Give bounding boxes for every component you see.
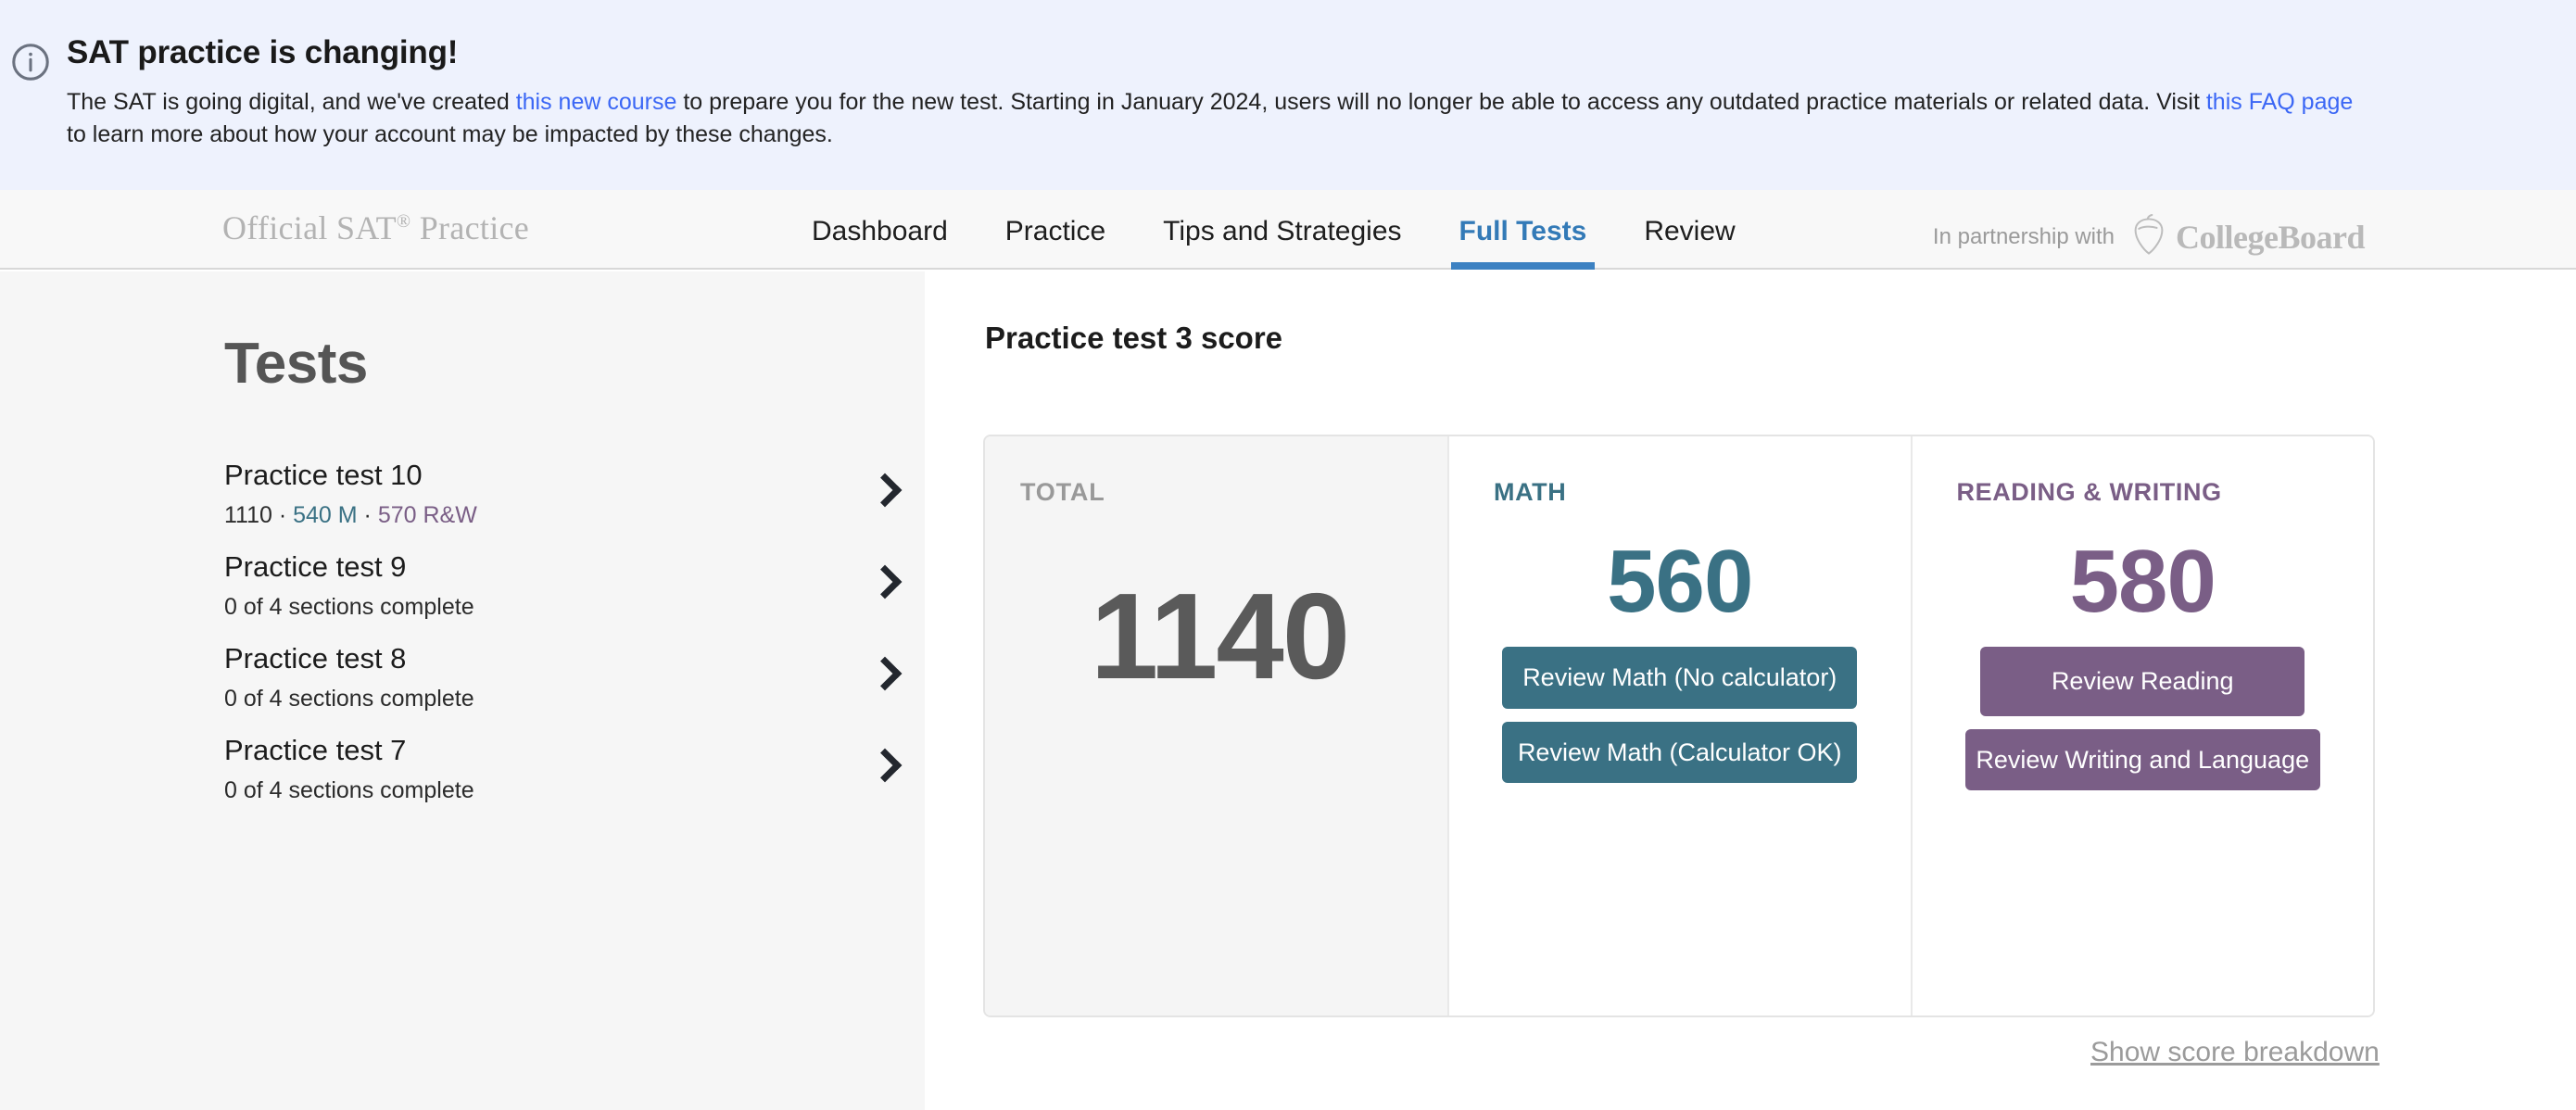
test-name: Practice test 7	[224, 734, 407, 766]
math-label: MATH	[1494, 478, 1567, 506]
test-progress-status: 0 of 4 sections complete	[224, 686, 474, 713]
alert-banner-text: The SAT is going digital, and we've crea…	[67, 86, 2353, 152]
nav-item-review[interactable]: Review	[1615, 190, 1763, 270]
nav-items: Dashboard Practice Tips and Strategies F…	[783, 190, 1764, 270]
collegeboard-name: CollegeBoard	[2176, 218, 2365, 256]
collegeboard-logo: CollegeBoard	[2129, 213, 2365, 260]
score-separator-2: ·	[357, 502, 378, 529]
math-score-panel: MATH 560 Review Math (No calculator) Rev…	[1447, 436, 1911, 1015]
brand-registered-mark: ®	[396, 211, 411, 232]
sidebar-title: Tests	[224, 332, 368, 396]
total-label: TOTAL	[1020, 478, 1105, 506]
review-math-no-calculator-button[interactable]: Review Math (No calculator)	[1502, 647, 1858, 709]
alert-banner-body: SAT practice is changing! The SAT is goi…	[67, 34, 2353, 152]
test-list-item-practice-test-9[interactable]: Practice test 9 0 of 4 sections complete	[224, 544, 903, 636]
partner-section: In partnership with CollegeBoard	[1933, 213, 2365, 260]
reading-writing-label: READING & WRITING	[1956, 478, 2222, 506]
top-navigation-bar: Official SAT® Practice Dashboard Practic…	[0, 190, 2576, 270]
tests-sidebar: Tests Practice test 10 1110 · 540 M · 57…	[0, 271, 925, 1110]
alert-banner-title: SAT practice is changing!	[67, 34, 459, 70]
reading-writing-score-value: 580	[2069, 532, 2216, 631]
test-list-item-practice-test-8[interactable]: Practice test 8 0 of 4 sections complete	[224, 636, 903, 727]
test-total-score: 1110	[224, 502, 272, 529]
alert-text-part2: to prepare you for the new test. Startin…	[676, 88, 2206, 115]
test-math-score: 540 M	[293, 502, 358, 529]
reading-writing-button-stack: Review Reading Review Writing and Langua…	[1913, 647, 2374, 791]
new-course-link[interactable]: this new course	[516, 89, 677, 115]
site-brand[interactable]: Official SAT® Practice	[222, 208, 529, 247]
nav-item-practice[interactable]: Practice	[977, 190, 1134, 270]
test-progress-status: 0 of 4 sections complete	[224, 594, 474, 621]
total-score-value: 1140	[1090, 568, 1350, 704]
alert-text-part3: to learn more about how your account may…	[67, 121, 833, 147]
info-circle-icon	[9, 41, 52, 83]
review-reading-button[interactable]: Review Reading	[1980, 647, 2305, 716]
reading-writing-score-panel: READING & WRITING 580 Review Reading Rev…	[1910, 436, 2374, 1015]
brand-text: Official SAT	[222, 209, 397, 246]
test-list: Practice test 10 1110 · 540 M · 570 R&W …	[224, 452, 903, 819]
test-list-item-practice-test-10[interactable]: Practice test 10 1110 · 540 M · 570 R&W	[224, 452, 903, 544]
nav-item-dashboard[interactable]: Dashboard	[783, 190, 977, 270]
faq-page-link[interactable]: this FAQ page	[2206, 89, 2353, 115]
math-button-stack: Review Math (No calculator) Review Math …	[1449, 647, 1911, 784]
show-score-breakdown-link[interactable]: Show score breakdown	[2090, 1037, 2380, 1068]
nav-item-full-tests[interactable]: Full Tests	[1431, 190, 1616, 270]
review-writing-and-language-button[interactable]: Review Writing and Language	[1964, 728, 2320, 791]
alert-banner: SAT practice is changing! The SAT is goi…	[0, 0, 2576, 190]
brand-suffix: Practice	[410, 209, 530, 246]
test-name: Practice test 8	[224, 642, 407, 675]
score-main-panel: Practice test 3 score TOTAL 1140 MATH 56…	[925, 271, 2576, 1110]
nav-item-tips-and-strategies[interactable]: Tips and Strategies	[1134, 190, 1430, 270]
test-name: Practice test 9	[224, 550, 407, 583]
math-score-value: 560	[1607, 532, 1753, 631]
acorn-icon	[2129, 213, 2168, 260]
test-score-summary: 1110 · 540 M · 570 R&W	[224, 501, 901, 529]
test-rw-score: 570 R&W	[377, 502, 477, 529]
review-math-calculator-ok-button[interactable]: Review Math (Calculator OK)	[1502, 721, 1858, 784]
test-list-item-practice-test-7[interactable]: Practice test 7 0 of 4 sections complete	[224, 727, 903, 819]
total-score-panel: TOTAL 1140	[985, 436, 1447, 1015]
partner-label: In partnership with	[1932, 223, 2115, 249]
test-progress-status: 0 of 4 sections complete	[224, 777, 474, 804]
score-card: TOTAL 1140 MATH 560 Review Math (No calc…	[983, 435, 2375, 1017]
test-name: Practice test 10	[224, 459, 423, 491]
alert-text-part1: The SAT is going digital, and we've crea…	[67, 88, 516, 115]
score-separator-1: ·	[271, 502, 294, 529]
page-title: Practice test 3 score	[985, 321, 1283, 355]
